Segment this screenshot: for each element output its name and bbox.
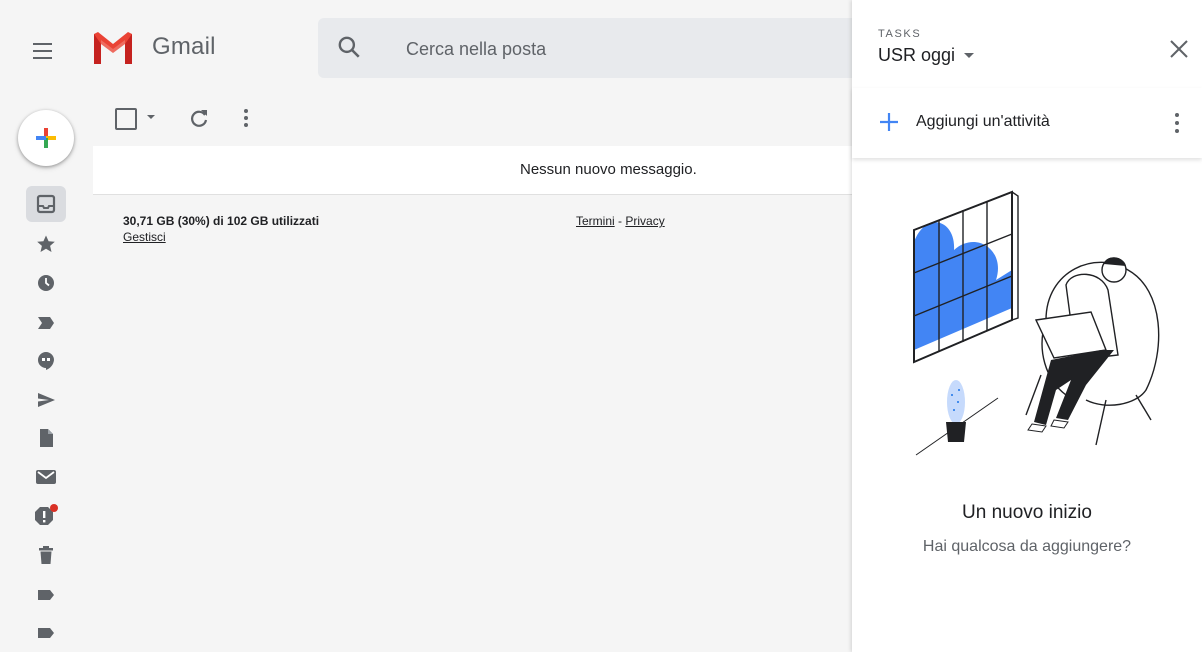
nav-inbox[interactable] [26, 186, 66, 222]
draft-icon [40, 429, 53, 447]
app-title: Gmail [152, 33, 216, 60]
privacy-link[interactable]: Privacy [625, 214, 664, 228]
nav-starred[interactable] [24, 229, 68, 259]
empty-tasks-title: Un nuovo inizio [962, 502, 1092, 523]
nav-label-1[interactable] [24, 580, 68, 610]
search-icon[interactable] [336, 34, 362, 60]
more-vert-icon[interactable] [236, 107, 256, 129]
empty-tasks-subtitle: Hai qualcosa da aggiungere? [922, 538, 1132, 555]
main-menu-button[interactable] [24, 34, 56, 66]
spam-icon [35, 504, 58, 525]
nav-drafts[interactable] [24, 423, 68, 453]
compose-button[interactable] [18, 110, 74, 166]
chevron-down-icon[interactable] [963, 52, 975, 60]
gmail-logo [94, 32, 132, 64]
terms-link[interactable]: Termini [576, 214, 615, 228]
select-all-checkbox[interactable] [115, 108, 137, 130]
inbox-icon [36, 194, 56, 214]
nav-spam[interactable] [24, 500, 68, 530]
label-icon [38, 590, 54, 600]
clock-icon [38, 275, 54, 291]
footer-separator: - [618, 214, 623, 228]
storage-usage: 30,71 GB (30%) di 102 GB utilizzati [123, 214, 320, 228]
plant-illustration [946, 380, 966, 442]
nav-snoozed[interactable] [24, 268, 68, 298]
close-icon[interactable] [1168, 38, 1190, 60]
add-task-label: Aggiungi un'attività [916, 113, 1050, 130]
search-input[interactable] [404, 30, 838, 68]
more-vert-icon[interactable] [1170, 111, 1184, 135]
select-dropdown-icon[interactable] [144, 112, 158, 122]
empty-inbox-message: Nessun nuovo messaggio. [520, 161, 697, 178]
footer-links: Termini - Privacy [576, 214, 665, 228]
nav-trash[interactable] [24, 540, 68, 570]
nav-chats[interactable] [24, 345, 68, 375]
plus-icon [36, 128, 56, 148]
label-icon [38, 628, 54, 638]
nav-important[interactable] [24, 308, 68, 338]
trash-icon [39, 546, 53, 564]
chat-icon [38, 352, 54, 370]
empty-inbox-row [93, 146, 853, 195]
star-icon [37, 235, 55, 252]
plus-icon [880, 113, 898, 131]
nav-all-mail[interactable] [24, 462, 68, 492]
window-illustration [913, 190, 1019, 364]
important-icon [38, 317, 54, 329]
refresh-icon[interactable] [188, 107, 210, 129]
manage-storage-link[interactable]: Gestisci [123, 230, 166, 244]
mail-icon [36, 470, 56, 484]
tasks-panel-label: TASKS [878, 28, 922, 40]
nav-label-2[interactable] [24, 618, 68, 648]
empty-tasks-illustration [913, 190, 1160, 456]
nav-sent[interactable] [24, 385, 68, 415]
task-list-selector[interactable]: USR oggi [878, 45, 955, 66]
notification-dot [50, 504, 58, 512]
send-icon [38, 393, 55, 407]
